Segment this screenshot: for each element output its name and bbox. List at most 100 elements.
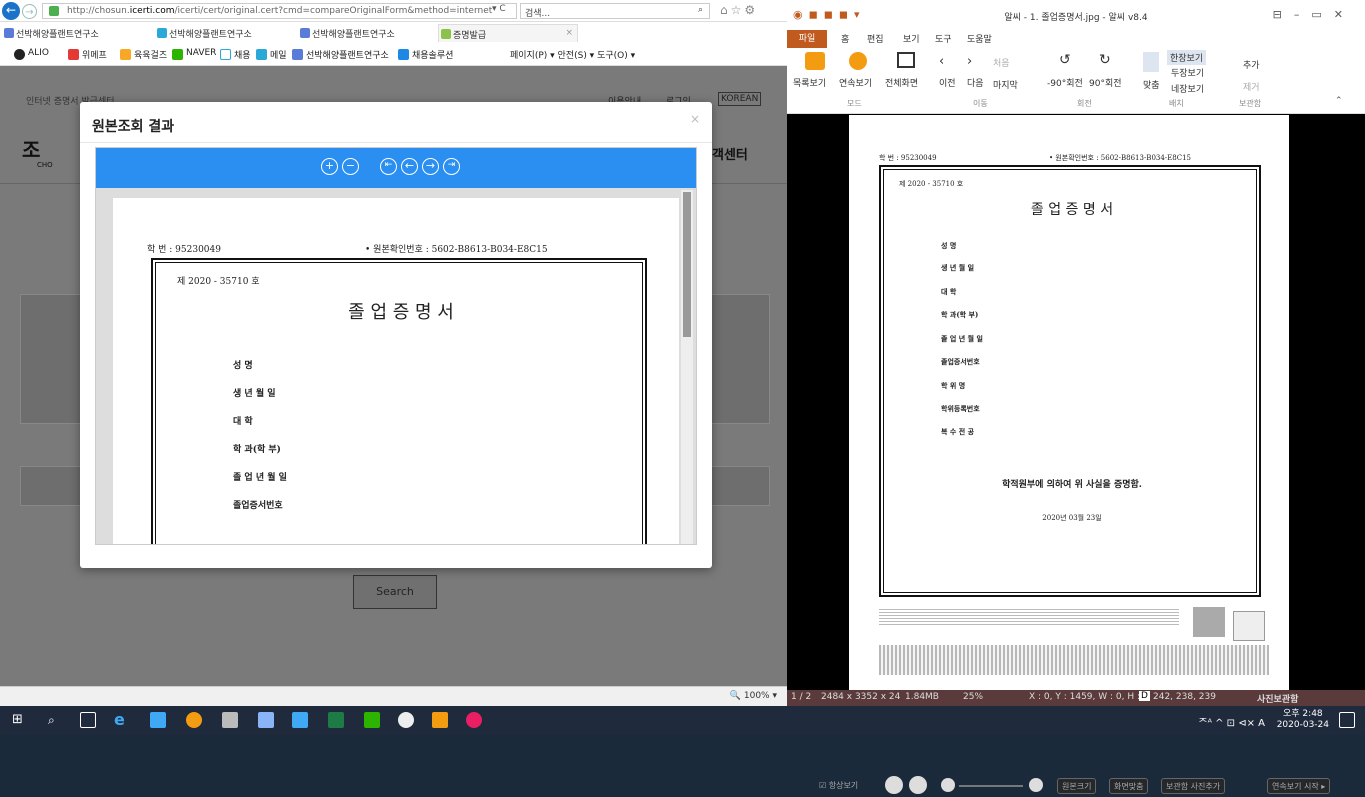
system-tray[interactable]: ᄌᴬ ^ ⊡ ⊲× A: [1198, 714, 1265, 729]
scrollbar-thumb[interactable]: [683, 192, 691, 337]
customer-center-link[interactable]: 객센터: [712, 144, 748, 163]
app-icon[interactable]: [466, 712, 482, 728]
seal-stamp-icon: [1233, 611, 1265, 641]
tab-3[interactable]: 선박해양플랜트연구소: [298, 24, 395, 42]
fav-link[interactable]: 채용솔루션: [398, 48, 453, 61]
tab-4[interactable]: 증명발급 ×: [438, 24, 578, 42]
window-controls[interactable]: ⊟–▭✕: [1273, 8, 1355, 21]
two-page-button[interactable]: 두장보기: [1171, 66, 1204, 79]
fullscreen-button[interactable]: 전체화면: [885, 76, 918, 89]
fullscreen-icon[interactable]: [897, 52, 915, 68]
job-icon: [220, 49, 231, 60]
prev-button[interactable]: 이전: [939, 76, 956, 89]
start-windows-icon[interactable]: ⊞: [12, 712, 28, 728]
language-select[interactable]: KOREAN: [718, 92, 762, 106]
rotate-left-icon[interactable]: ↺: [1059, 52, 1071, 68]
last-page-icon[interactable]: ⇥: [443, 158, 460, 175]
zoom-out-icon[interactable]: −: [342, 158, 359, 175]
zoom-level[interactable]: 🔍 100% ▾: [730, 691, 777, 701]
app-icon[interactable]: [364, 712, 380, 728]
tab-home[interactable]: 홈: [841, 32, 849, 45]
tab-2[interactable]: 선박해양플랜트연구소: [155, 24, 252, 42]
ie-icon[interactable]: e: [114, 712, 130, 728]
first-page-icon[interactable]: ⇤: [380, 158, 397, 175]
always-on-top-toggle[interactable]: ☑ 항상보기: [815, 778, 862, 794]
tab-view[interactable]: 보기: [903, 32, 920, 45]
add-to-box-button[interactable]: 보관함 사진추가: [1161, 778, 1226, 794]
prev-icon[interactable]: ‹: [939, 54, 944, 69]
four-page-button[interactable]: 네장보기: [1171, 82, 1204, 95]
search-button[interactable]: Search: [353, 575, 437, 609]
tab-1[interactable]: 선박해양플랜트연구소: [2, 24, 99, 42]
photo-box-label[interactable]: 사진보관함: [1257, 692, 1298, 705]
tab-tools[interactable]: 도구: [935, 32, 952, 45]
remove-button[interactable]: 제거: [1243, 80, 1260, 93]
fit-button[interactable]: 맞춤: [1143, 78, 1160, 91]
list-view-icon[interactable]: [805, 52, 825, 70]
search-icon[interactable]: ⌕: [48, 712, 64, 728]
next-image-icon[interactable]: [909, 776, 927, 794]
fav-link[interactable]: 선박해양플랜트연구소: [292, 48, 389, 61]
close-tab-icon[interactable]: ×: [565, 28, 573, 38]
toolbar-icons[interactable]: ⌂☆⚙: [720, 3, 758, 17]
continuous-view-icon[interactable]: [849, 52, 867, 70]
forward-button[interactable]: →: [22, 4, 37, 19]
app-icon[interactable]: [258, 712, 274, 728]
fav-link[interactable]: 위메프: [68, 48, 107, 61]
chrome-icon[interactable]: [186, 712, 202, 728]
excel-icon[interactable]: [328, 712, 344, 728]
app-icon[interactable]: [398, 712, 414, 728]
tab-edit[interactable]: 편집: [867, 32, 884, 45]
list-view-button[interactable]: 목록보기: [793, 76, 826, 89]
back-button[interactable]: ←: [2, 2, 20, 20]
search-input[interactable]: 검색... ⌕: [520, 3, 710, 19]
zoom-percent: 25%: [963, 692, 984, 702]
viewer-scrollbar[interactable]: [681, 190, 693, 544]
next-icon[interactable]: ›: [967, 54, 972, 69]
calculator-icon[interactable]: [222, 712, 238, 728]
collapse-ribbon-icon[interactable]: ⌃: [1335, 96, 1343, 106]
next-page-icon[interactable]: →: [422, 158, 439, 175]
search-icon[interactable]: ⌕: [698, 5, 703, 15]
modal-close-button[interactable]: ×: [690, 112, 700, 126]
last-button[interactable]: 마지막: [993, 78, 1018, 91]
zoom-slider[interactable]: [959, 785, 1023, 787]
clock[interactable]: 오후 2:48 2020-03-24: [1277, 709, 1329, 731]
url-refresh-button[interactable]: ▾ C: [492, 4, 506, 14]
alsee-icon[interactable]: [432, 712, 448, 728]
url-field[interactable]: http://chosun.icerti.com/icerti/cert/ori…: [42, 3, 517, 19]
zoom-in-icon[interactable]: +: [321, 158, 338, 175]
zoom-out-icon[interactable]: [941, 778, 955, 792]
fav-link[interactable]: NAVER: [172, 48, 216, 60]
prev-page-icon[interactable]: ←: [401, 158, 418, 175]
fit-icon[interactable]: [1143, 52, 1159, 72]
notification-icon[interactable]: [1339, 712, 1355, 728]
fav-link[interactable]: 채용: [220, 48, 251, 61]
prev-image-icon[interactable]: [885, 776, 903, 794]
viewer-bottom-bar: ☑ 항상보기 원본크기 화면맞춤 보관함 사진추가 연속보기 시작 ▸: [807, 775, 1347, 797]
file-tab[interactable]: 파일: [787, 30, 827, 48]
rotate-left-button[interactable]: -90°회전: [1047, 76, 1083, 89]
fav-link[interactable]: 육육걸즈: [120, 48, 167, 61]
group-label: 회전: [1077, 99, 1092, 108]
rotate-right-button[interactable]: 90°회전: [1089, 76, 1122, 89]
app-icon[interactable]: [292, 712, 308, 728]
fit-screen-button[interactable]: 화면맞춤: [1109, 778, 1149, 794]
first-button[interactable]: 처음: [993, 56, 1010, 69]
command-bar[interactable]: 페이지(P) ▾ 안전(S) ▾ 도구(O) ▾: [510, 48, 635, 61]
rotate-right-icon[interactable]: ↻: [1099, 52, 1111, 68]
zoom-in-icon[interactable]: [1029, 778, 1043, 792]
tab-help[interactable]: 도움말: [967, 32, 992, 45]
task-view-icon[interactable]: [80, 712, 96, 728]
next-button[interactable]: 다음: [967, 76, 984, 89]
field-label: 복 수 전 공: [941, 427, 975, 436]
slideshow-button[interactable]: 연속보기 시작 ▸: [1267, 778, 1331, 794]
original-size-button[interactable]: 원본크기: [1057, 778, 1097, 794]
explorer-icon[interactable]: [150, 712, 166, 728]
fav-link[interactable]: ALIO: [14, 48, 49, 60]
fav-link[interactable]: 메일: [256, 48, 287, 61]
site-logo[interactable]: 조: [22, 134, 40, 163]
continuous-view-button[interactable]: 연속보기: [839, 76, 872, 89]
add-button[interactable]: 추가: [1243, 58, 1260, 71]
one-page-button[interactable]: 한장보기: [1167, 50, 1207, 65]
